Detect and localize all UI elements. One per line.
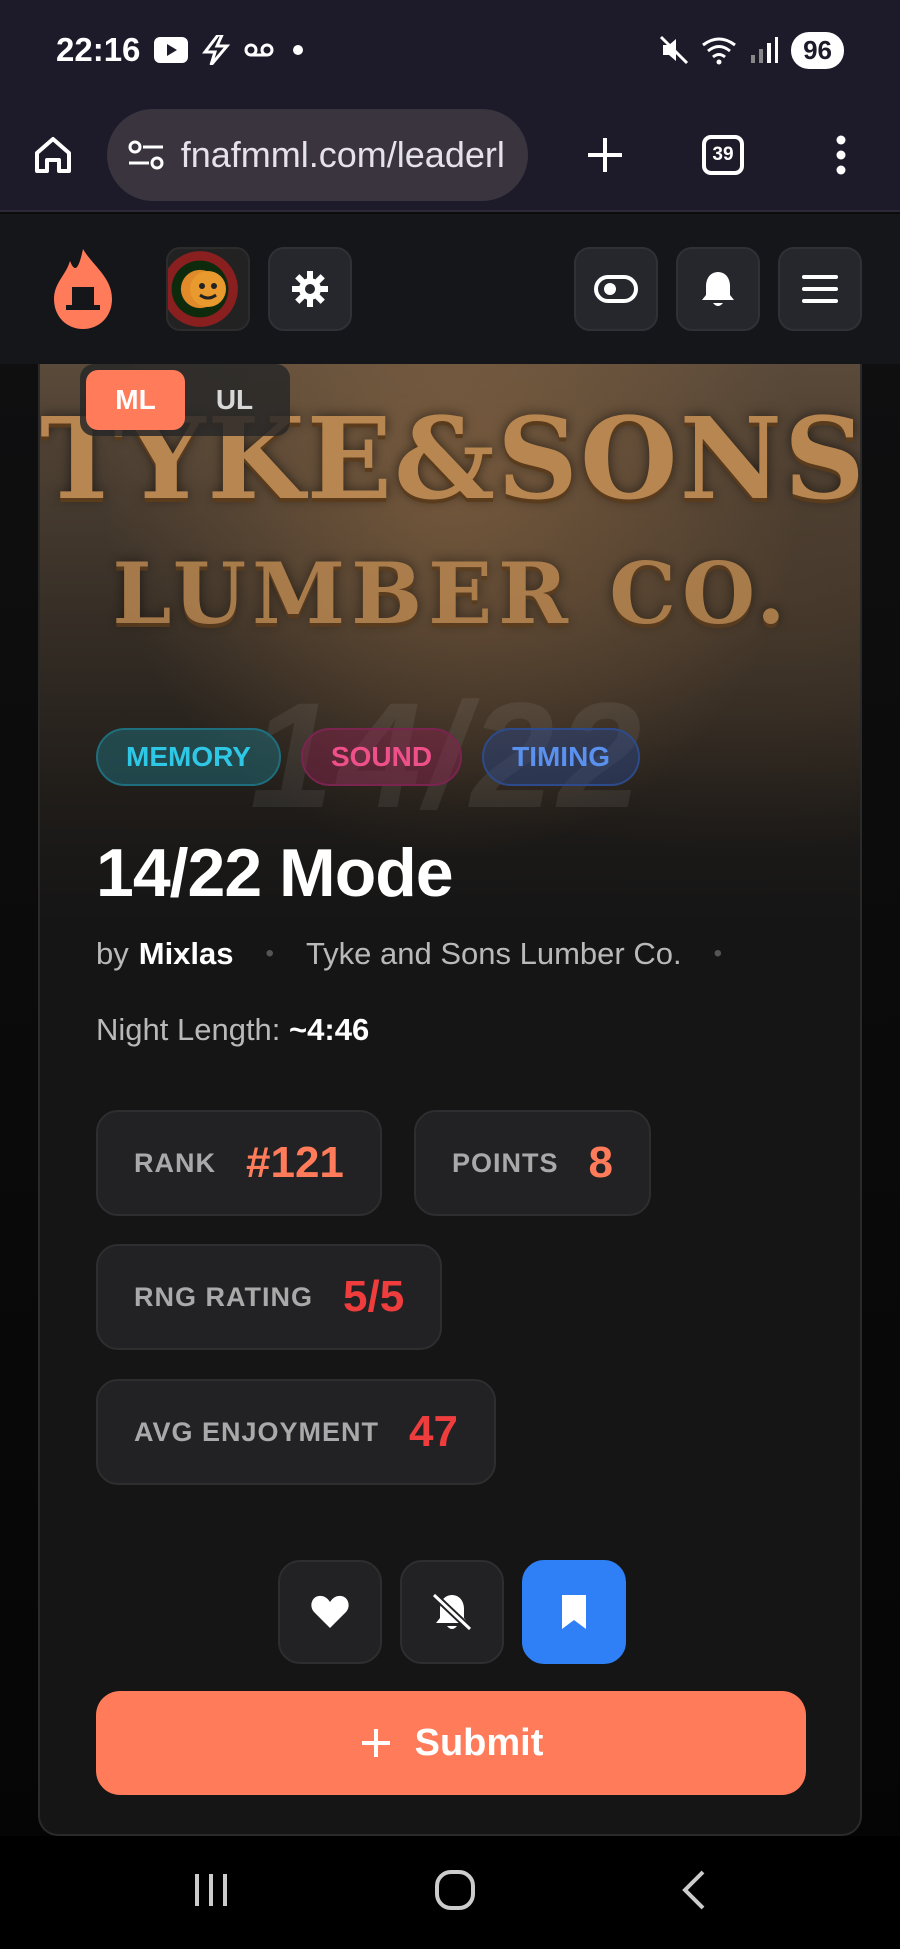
stat-value: #121 — [246, 1138, 344, 1187]
tabs-icon: 39 — [702, 135, 744, 175]
submit-label: Submit — [414, 1721, 544, 1764]
submit-button[interactable]: Submit — [96, 1691, 806, 1795]
author-link[interactable]: Mixlas — [139, 936, 234, 972]
stat-rank: RANK #121 — [96, 1110, 382, 1216]
menu-icon — [802, 275, 838, 303]
stat-value: 5/5 — [343, 1272, 405, 1321]
status-time: 22:16 — [56, 31, 141, 68]
tag-list: MEMORY SOUND TIMING — [96, 728, 641, 786]
status-bar: 22:16 96 — [0, 0, 900, 100]
avatar[interactable] — [166, 247, 250, 331]
toggle-icon — [594, 275, 638, 303]
browser-toolbar: fnafmml.com/leaderl 39 — [0, 100, 900, 212]
address-bar[interactable]: fnafmml.com/leaderl — [106, 109, 528, 201]
bell-icon — [702, 272, 734, 306]
bell-off-icon — [431, 1592, 473, 1632]
bolt-icon — [202, 35, 231, 65]
home-circle-icon — [435, 1870, 475, 1910]
mode-title: 14/22 Mode — [96, 835, 454, 911]
settings-button[interactable] — [268, 247, 352, 331]
site-info-icon — [128, 140, 164, 170]
night-length-label: Night Length: — [96, 1012, 281, 1047]
status-right: 96 — [659, 31, 844, 69]
dot-icon — [288, 44, 308, 56]
stat-label: RANK — [134, 1147, 216, 1178]
tabs-button[interactable]: 39 — [664, 99, 782, 211]
site-header — [0, 214, 900, 364]
tab-ul[interactable]: UL — [185, 370, 284, 430]
recents-button[interactable] — [191, 1872, 231, 1913]
more-menu-button[interactable] — [782, 99, 900, 211]
location-link[interactable]: Tyke and Sons Lumber Co. — [306, 936, 682, 972]
separator-dot: • — [265, 940, 274, 967]
byline: by Mixlas • Tyke and Sons Lumber Co. • — [96, 936, 744, 972]
tag-sound[interactable]: SOUND — [300, 728, 463, 786]
tag-timing[interactable]: TIMING — [482, 728, 641, 786]
stat-rng-rating: RNG RATING 5/5 — [96, 1244, 443, 1350]
new-tab-button[interactable] — [546, 99, 664, 211]
system-nav-bar — [0, 1836, 900, 1949]
stat-label: RNG RATING — [134, 1281, 313, 1312]
bookmark-button[interactable] — [522, 1560, 626, 1664]
more-icon — [836, 135, 846, 175]
home-icon — [35, 137, 72, 173]
url-text[interactable]: fnafmml.com/leaderl — [181, 134, 505, 176]
stat-avg-enjoyment: AVG ENJOYMENT 47 — [96, 1379, 496, 1485]
back-button[interactable] — [679, 1868, 709, 1917]
night-length: Night Length: ~4:46 — [96, 1012, 369, 1048]
signal-icon — [749, 35, 779, 65]
battery-indicator: 96 — [791, 31, 844, 69]
stat-value: 8 — [588, 1138, 613, 1187]
plus-icon — [588, 138, 622, 172]
by-prefix: by — [96, 936, 129, 971]
heart-icon — [311, 1595, 349, 1628]
notifications-button[interactable] — [676, 247, 760, 331]
wifi-icon — [701, 35, 737, 65]
tab-ml[interactable]: ML — [86, 370, 185, 430]
voicemail-icon — [244, 41, 274, 59]
stat-value: 47 — [409, 1407, 458, 1456]
home-button[interactable] — [0, 99, 107, 211]
youtube-icon — [154, 37, 189, 63]
bookmark-icon — [562, 1595, 586, 1629]
banner-title-line2: LUMBER CO. — [112, 544, 792, 643]
theme-toggle-button[interactable] — [574, 247, 658, 331]
back-icon — [682, 1870, 705, 1910]
stat-label: AVG ENJOYMENT — [134, 1416, 380, 1447]
gear-icon — [292, 271, 328, 307]
plus-icon — [361, 1729, 390, 1757]
night-length-value: ~4:46 — [289, 1012, 370, 1047]
mute-notifications-button[interactable] — [400, 1560, 504, 1664]
browser-actions: 39 — [546, 99, 900, 211]
mute-icon — [659, 35, 689, 65]
menu-button[interactable] — [778, 247, 862, 331]
action-buttons — [278, 1560, 626, 1664]
tag-memory[interactable]: MEMORY — [96, 728, 281, 786]
status-left: 22:16 — [56, 31, 308, 69]
mode-card: TYKE&SONS LUMBER CO. 14/22 ML UL MEMORY … — [38, 364, 862, 1836]
list-toggle: ML UL — [80, 364, 290, 436]
stat-label: POINTS — [452, 1147, 559, 1178]
like-button[interactable] — [278, 1560, 382, 1664]
flame-hat-logo[interactable] — [38, 244, 128, 334]
stat-points: POINTS 8 — [414, 1110, 651, 1216]
recents-icon — [195, 1874, 227, 1906]
home-nav-button[interactable] — [433, 1868, 477, 1917]
header-actions — [574, 247, 862, 331]
separator-dot: • — [713, 940, 722, 967]
